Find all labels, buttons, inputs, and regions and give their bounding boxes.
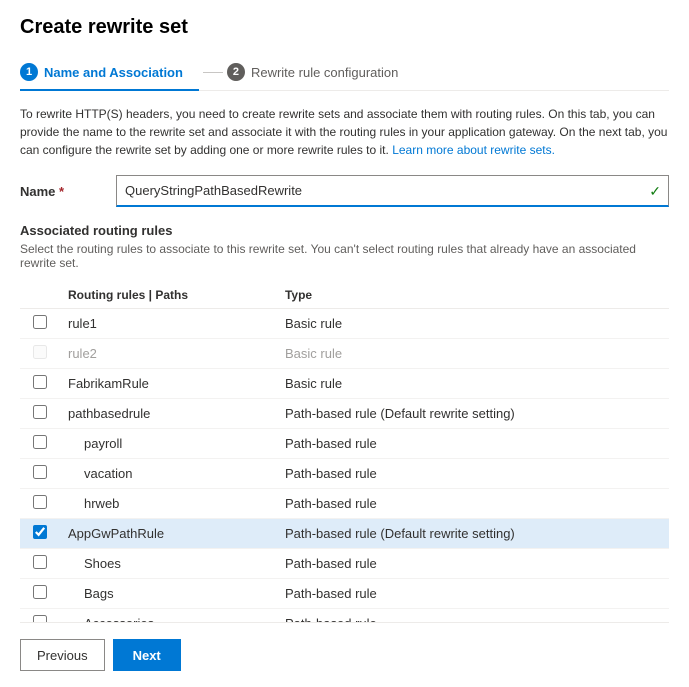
checkbox-cell [20, 309, 60, 339]
row-checkbox[interactable] [33, 555, 47, 569]
table-row: payrollPath-based rule [20, 429, 669, 459]
check-icon: ✓ [649, 183, 661, 200]
row-type: Path-based rule [277, 459, 669, 489]
checkbox-cell [20, 339, 60, 369]
name-input-wrapper: ✓ [116, 175, 669, 207]
row-type: Path-based rule [277, 609, 669, 623]
row-name: rule1 [60, 309, 277, 339]
checkbox-cell [20, 579, 60, 609]
row-checkbox[interactable] [33, 615, 47, 622]
checkbox-cell [20, 549, 60, 579]
checkbox-cell [20, 399, 60, 429]
table-row: hrwebPath-based rule [20, 489, 669, 519]
row-name: Shoes [60, 549, 277, 579]
table-row: ShoesPath-based rule [20, 549, 669, 579]
row-checkbox[interactable] [33, 375, 47, 389]
table-header-row: Routing rules | Paths Type [20, 282, 669, 309]
checkbox-cell [20, 429, 60, 459]
tab-name-association[interactable]: 1 Name and Association [20, 55, 199, 91]
tab-separator [203, 72, 223, 73]
row-name: payroll [60, 429, 277, 459]
row-type: Basic rule [277, 339, 669, 369]
previous-button[interactable]: Previous [20, 639, 105, 671]
row-name: Bags [60, 579, 277, 609]
table-row: rule2Basic rule [20, 339, 669, 369]
row-type: Basic rule [277, 309, 669, 339]
row-checkbox[interactable] [33, 585, 47, 599]
row-type: Basic rule [277, 369, 669, 399]
checkbox-cell [20, 459, 60, 489]
page-title: Create rewrite set [20, 16, 669, 39]
row-name: vacation [60, 459, 277, 489]
row-type: Path-based rule [277, 429, 669, 459]
learn-more-link[interactable]: Learn more about rewrite sets. [392, 143, 555, 157]
row-type: Path-based rule (Default rewrite setting… [277, 399, 669, 429]
name-label: Name * [20, 184, 100, 199]
tab-rewrite-rule-config[interactable]: 2 Rewrite rule configuration [227, 55, 414, 91]
table-row: pathbasedrulePath-based rule (Default re… [20, 399, 669, 429]
row-checkbox[interactable] [33, 345, 47, 359]
col-header-type: Type [277, 282, 669, 309]
name-form-row: Name * ✓ [20, 175, 669, 207]
checkbox-cell [20, 369, 60, 399]
table-row: rule1Basic rule [20, 309, 669, 339]
footer: Previous Next [20, 622, 669, 671]
description-text: To rewrite HTTP(S) headers, you need to … [20, 105, 669, 159]
row-name: FabrikamRule [60, 369, 277, 399]
table-row: BagsPath-based rule [20, 579, 669, 609]
row-name: Accessories [60, 609, 277, 623]
checkbox-cell [20, 489, 60, 519]
row-checkbox[interactable] [33, 465, 47, 479]
table-row: FabrikamRuleBasic rule [20, 369, 669, 399]
section-desc: Select the routing rules to associate to… [20, 242, 669, 270]
row-checkbox[interactable] [33, 405, 47, 419]
tab-circle-2: 2 [227, 63, 245, 81]
required-star: * [59, 184, 64, 199]
table-row: vacationPath-based rule [20, 459, 669, 489]
tab-label-2: Rewrite rule configuration [251, 65, 398, 80]
row-name: hrweb [60, 489, 277, 519]
name-input[interactable] [116, 175, 669, 207]
row-checkbox[interactable] [33, 315, 47, 329]
row-checkbox[interactable] [33, 495, 47, 509]
tabs-row: 1 Name and Association 2 Rewrite rule co… [20, 55, 669, 91]
col-header-name: Routing rules | Paths [60, 282, 277, 309]
row-name: AppGwPathRule [60, 519, 277, 549]
row-type: Path-based rule (Default rewrite setting… [277, 519, 669, 549]
routing-rules-table: Routing rules | Paths Type rule1Basic ru… [20, 282, 669, 622]
row-checkbox[interactable] [33, 525, 47, 539]
checkbox-cell [20, 609, 60, 623]
table-body: rule1Basic rulerule2Basic ruleFabrikamRu… [20, 309, 669, 623]
row-name: rule2 [60, 339, 277, 369]
tab-circle-1: 1 [20, 63, 38, 81]
row-checkbox[interactable] [33, 435, 47, 449]
next-button[interactable]: Next [113, 639, 181, 671]
table-row: AppGwPathRulePath-based rule (Default re… [20, 519, 669, 549]
tab-label-1: Name and Association [44, 65, 183, 80]
checkbox-cell [20, 519, 60, 549]
row-type: Path-based rule [277, 579, 669, 609]
section-title: Associated routing rules [20, 223, 669, 238]
row-name: pathbasedrule [60, 399, 277, 429]
row-type: Path-based rule [277, 549, 669, 579]
col-header-checkbox [20, 282, 60, 309]
row-type: Path-based rule [277, 489, 669, 519]
routing-rules-table-container: Routing rules | Paths Type rule1Basic ru… [20, 282, 669, 622]
table-row: AccessoriesPath-based rule [20, 609, 669, 623]
